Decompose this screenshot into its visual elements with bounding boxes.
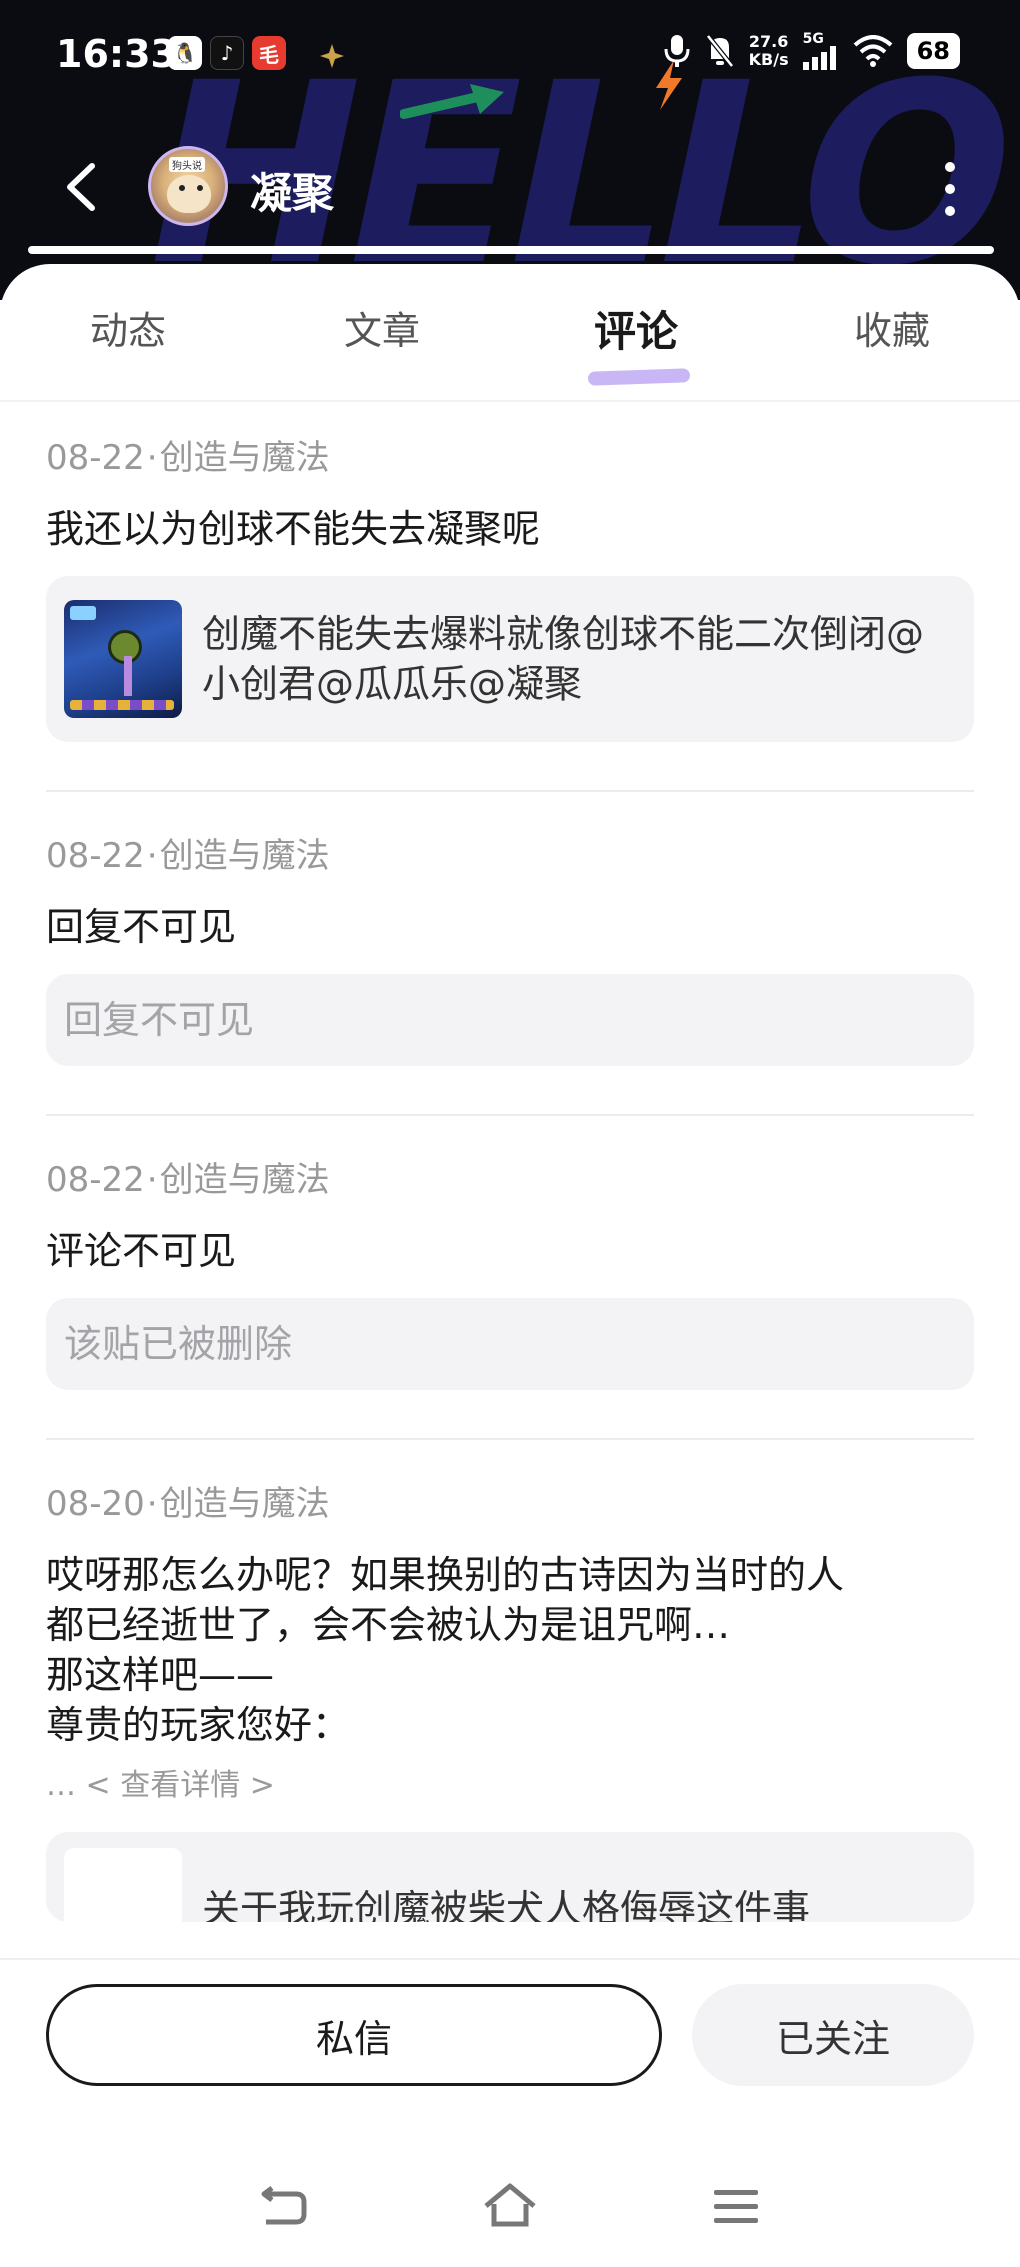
comment-line: 都已经逝世了，会不会被认为是诅咒啊…	[46, 1603, 731, 1647]
status-time: 16:33	[56, 32, 177, 76]
list-item[interactable]: 08-22·创造与魔法 评论不可见 该贴已被删除	[46, 1156, 974, 1440]
list-item[interactable]: 08-22·创造与魔法 回复不可见 回复不可见	[46, 832, 974, 1116]
quoted-post-card[interactable]: 回复不可见	[46, 974, 974, 1066]
comment-text: 评论不可见	[46, 1229, 237, 1273]
system-navigation-bar	[0, 2180, 1020, 2240]
back-arrow-icon[interactable]	[60, 162, 104, 212]
item-meta: 08-22·创造与魔法	[46, 832, 974, 880]
comment-text: 哎呀那怎么办呢？如果换别的古诗因为当时的人 都已经逝世了，会不会被认为是诅咒啊……	[46, 1550, 974, 1750]
qq-icon: 🐧	[168, 36, 202, 70]
tiktok-icon: ♪	[210, 36, 244, 70]
message-button[interactable]: 私信	[46, 1984, 662, 2086]
notification-app-icons: 🐧 ♪ 毛	[168, 36, 286, 70]
app-icon: 毛	[252, 36, 286, 70]
system-status-icons: 27.6 KB/s 5G 68	[663, 32, 960, 70]
profile-tabs: 动态 文章 评论 收藏	[0, 298, 1020, 386]
item-date: 08-22	[46, 836, 145, 876]
follow-button[interactable]: 已关注	[692, 1984, 974, 2086]
item-meta: 08-22·创造与魔法	[46, 1156, 974, 1204]
comment-line: 尊贵的玩家您好：	[46, 1703, 351, 1747]
avatar-face	[167, 175, 211, 213]
meta-separator: ·	[146, 836, 158, 876]
item-date: 08-22	[46, 438, 145, 478]
signal-bars-icon	[802, 46, 836, 70]
profile-header: HELLO 16:33 🐧 ♪ 毛 27.6 KB/s 5G 68 狗头说 凝聚	[0, 0, 1020, 300]
tab-dynamics[interactable]: 动态	[48, 300, 208, 355]
comment-line: 哎呀那怎么办呢？如果换别的古诗因为当时的人	[46, 1553, 845, 1597]
view-details-link[interactable]: … < 查看详情 >	[46, 1760, 974, 1804]
item-date: 08-22	[46, 1160, 145, 1200]
quoted-post-text: 该贴已被删除	[64, 1322, 293, 1366]
item-source[interactable]: 创造与魔法	[160, 438, 330, 478]
avatar-eye	[179, 185, 185, 191]
home-nav-icon[interactable]	[482, 2180, 538, 2236]
tabs-divider	[0, 400, 1020, 402]
item-source[interactable]: 创造与魔法	[160, 836, 330, 876]
cellular-signal: 5G	[802, 31, 839, 70]
meta-separator: ·	[146, 1484, 158, 1524]
meta-separator: ·	[146, 438, 158, 478]
network-speed: 27.6 KB/s	[749, 33, 789, 69]
microphone-icon	[664, 35, 690, 67]
menu-nav-icon[interactable]	[708, 2180, 764, 2236]
item-source[interactable]: 创造与魔法	[160, 1160, 330, 1200]
quoted-post-card[interactable]: 该贴已被删除	[46, 1298, 974, 1390]
item-source[interactable]: 创造与魔法	[160, 1484, 330, 1524]
meta-separator: ·	[146, 1160, 158, 1200]
comment-line: 那这样吧——	[46, 1653, 275, 1697]
item-date: 08-20	[46, 1484, 145, 1524]
bottom-action-bar: 私信 已关注	[0, 1958, 1020, 2267]
active-tab-underline	[587, 368, 691, 386]
item-divider	[46, 1438, 974, 1440]
comment-text: 回复不可见	[46, 905, 237, 949]
tab-favorites[interactable]: 收藏	[812, 300, 972, 355]
tab-comments[interactable]: 评论	[556, 298, 716, 359]
avatar-tag: 狗头说	[169, 157, 205, 172]
item-meta: 08-20·创造与魔法	[46, 1480, 974, 1528]
quoted-post-text: 关于我玩创魔被柴犬人格侮辱这件事	[202, 1887, 811, 1922]
network-speed-value: 27.6	[748, 32, 789, 51]
username[interactable]: 凝聚	[250, 160, 334, 221]
quoted-post-text: 创魔不能失去爆料就像创球不能二次倒闭@小创君@瓜瓜乐@凝聚	[202, 612, 925, 706]
status-bar: 16:33 🐧 ♪ 毛 27.6 KB/s 5G 68	[0, 0, 1020, 110]
list-item[interactable]: 08-22·创造与魔法 我还以为创球不能失去凝聚呢 创魔不能失去爆料就像创球不能…	[46, 434, 974, 792]
quoted-post-text: 回复不可见	[64, 998, 255, 1042]
quoted-post-card[interactable]: 创魔不能失去爆料就像创球不能二次倒闭@小创君@瓜瓜乐@凝聚	[46, 576, 974, 742]
wifi-icon	[853, 35, 892, 67]
mute-bell-icon	[705, 34, 734, 68]
header-divider	[28, 246, 994, 254]
more-options-icon[interactable]	[940, 162, 960, 216]
tab-articles[interactable]: 文章	[302, 300, 462, 355]
comment-feed: 08-22·创造与魔法 我还以为创球不能失去凝聚呢 创魔不能失去爆料就像创球不能…	[46, 434, 974, 1922]
list-item[interactable]: 08-20·创造与魔法 哎呀那怎么办呢？如果换别的古诗因为当时的人 都已经逝世了…	[46, 1480, 974, 1922]
post-thumbnail	[64, 600, 182, 718]
item-divider	[46, 790, 974, 792]
back-nav-icon[interactable]	[256, 2180, 312, 2236]
item-meta: 08-22·创造与魔法	[46, 434, 974, 482]
item-divider	[46, 1114, 974, 1116]
quoted-post-card[interactable]: 关于我玩创魔被柴犬人格侮辱这件事	[46, 1832, 974, 1922]
network-speed-unit: KB/s	[748, 50, 789, 69]
battery-indicator: 68	[906, 33, 960, 69]
post-thumbnail	[64, 1848, 182, 1922]
comment-text: 我还以为创球不能失去凝聚呢	[46, 507, 541, 551]
avatar-eye	[197, 185, 203, 191]
avatar[interactable]: 狗头说	[148, 146, 228, 226]
network-type: 5G	[802, 31, 824, 47]
